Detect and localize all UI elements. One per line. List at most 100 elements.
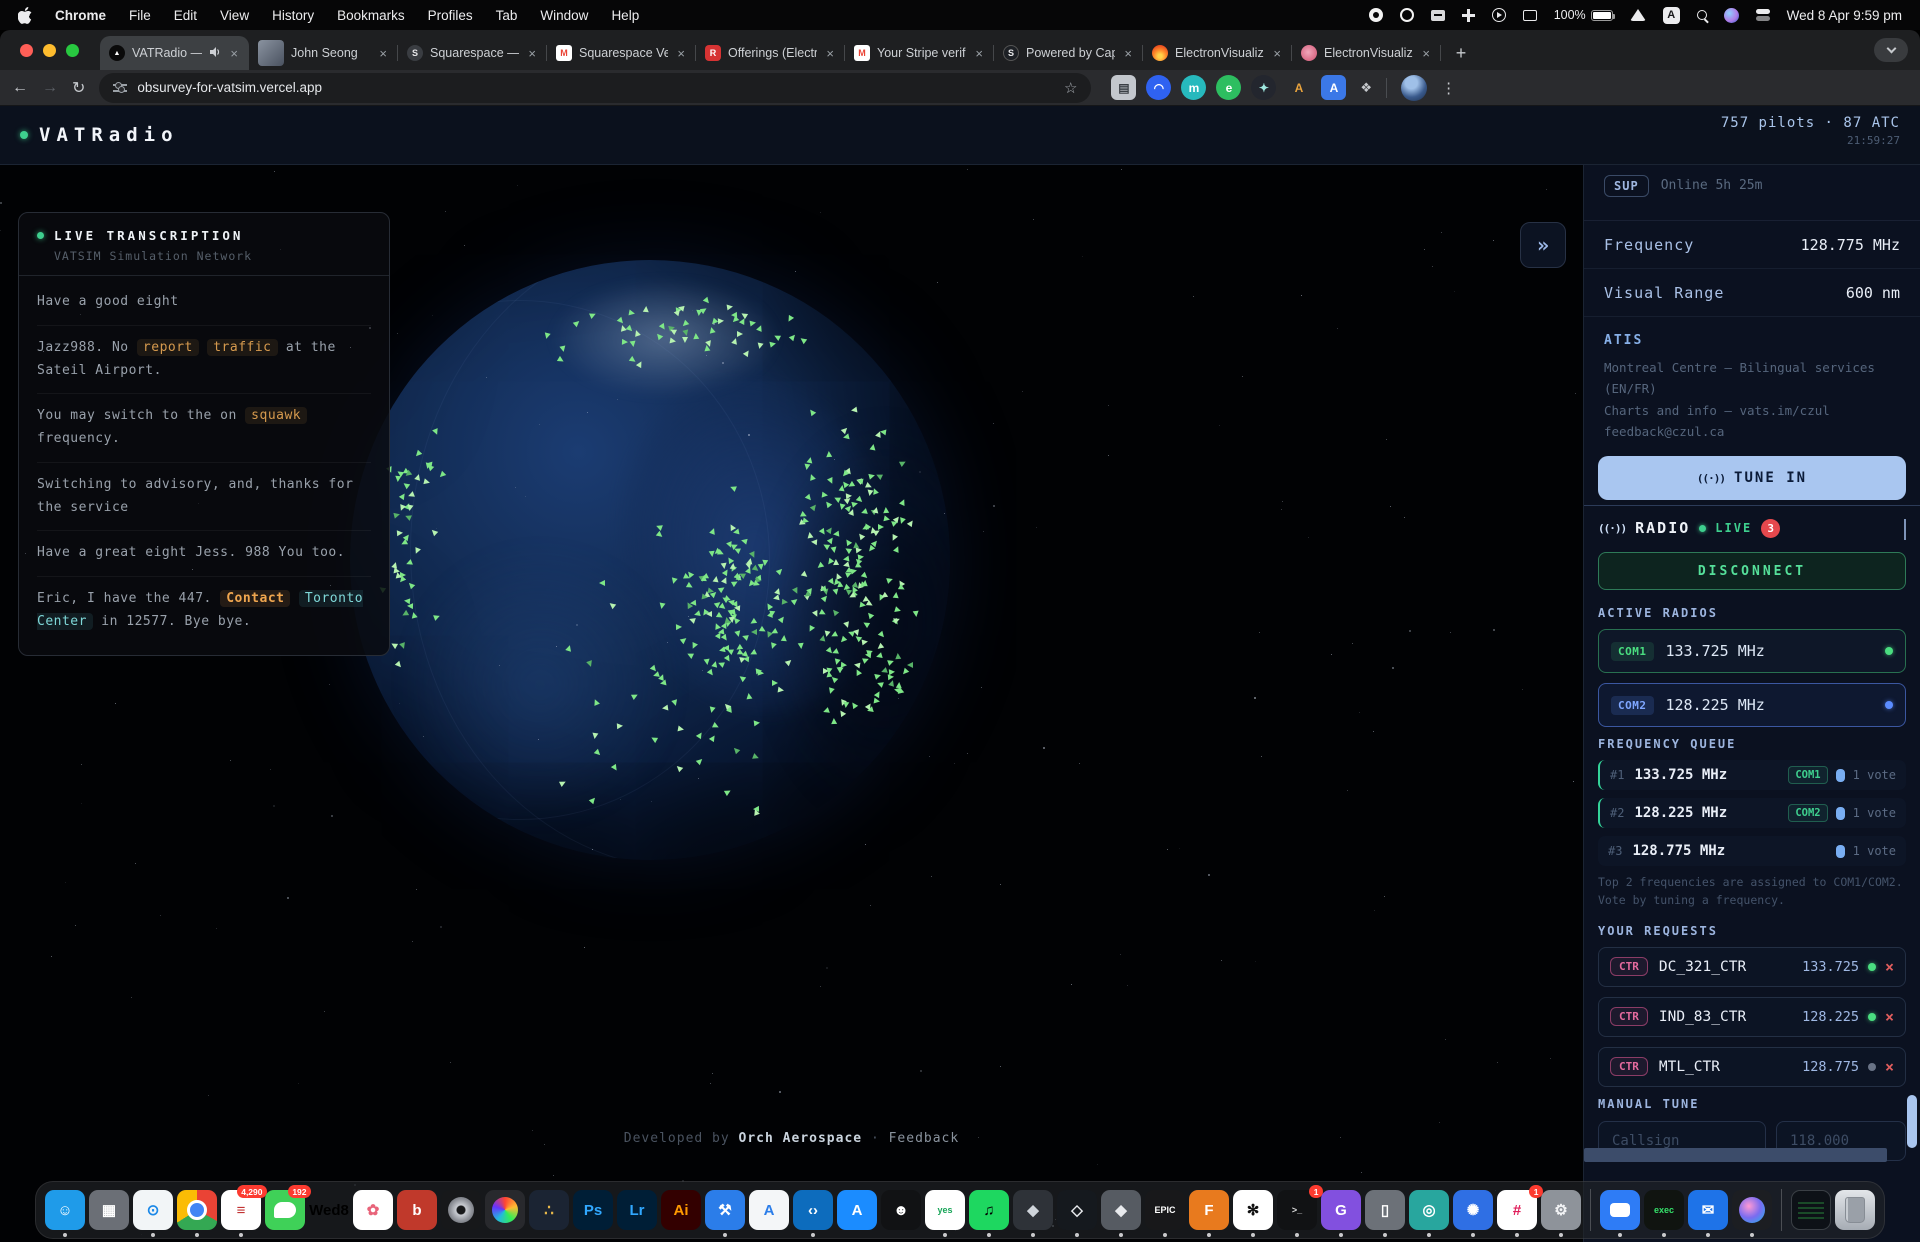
radio-panel-header[interactable]: ((·)) RADIO LIVE 3	[1598, 506, 1906, 550]
aircraft-marker[interactable]	[676, 624, 682, 630]
aircraft-marker[interactable]	[833, 559, 839, 565]
collapse-radio-panel[interactable]	[1904, 519, 1906, 538]
aircraft-marker[interactable]	[769, 340, 776, 347]
browser-tab-2[interactable]: SSquarespace — L×	[398, 36, 547, 70]
aircraft-marker[interactable]	[806, 531, 813, 538]
aircraft-marker[interactable]	[898, 517, 906, 525]
aircraft-marker[interactable]	[726, 304, 733, 311]
aircraft-marker[interactable]	[853, 542, 859, 548]
aircraft-marker[interactable]	[661, 704, 668, 711]
slack-dock-icon[interactable]: #1	[1497, 1190, 1537, 1230]
yes-ebook-dock-icon[interactable]: yes	[925, 1190, 965, 1230]
aircraft-marker[interactable]	[394, 567, 401, 574]
exec-app-dock-icon[interactable]: exec	[1644, 1190, 1684, 1230]
calendar-dock-icon[interactable]: Wed8	[309, 1190, 349, 1230]
aircraft-marker[interactable]	[866, 489, 873, 496]
queue-row-2[interactable]: #2128.225 MHzCOM21 vote	[1598, 798, 1906, 828]
disconnect-button[interactable]: DISCONNECT	[1598, 552, 1906, 590]
aircraft-marker[interactable]	[424, 462, 431, 469]
phone-mirroring-dock-icon[interactable]: ▯	[1365, 1190, 1405, 1230]
tab-close-icon[interactable]: ×	[824, 46, 836, 61]
browser-tab-3[interactable]: MSquarespace Veri×	[547, 36, 696, 70]
aircraft-marker[interactable]	[689, 600, 696, 607]
earth-globe[interactable]	[350, 260, 950, 860]
facetime-dock-icon[interactable]	[1600, 1190, 1640, 1230]
wifi-icon[interactable]	[1630, 9, 1646, 21]
reminders-dock-icon[interactable]: ≡4,290	[221, 1190, 261, 1230]
aircraft-marker[interactable]	[729, 563, 736, 570]
tab-close-icon[interactable]: ×	[1122, 46, 1134, 61]
new-tab-button[interactable]: +	[1447, 39, 1475, 67]
siri-icon[interactable]	[1724, 8, 1739, 23]
aircraft-marker[interactable]	[706, 611, 712, 617]
request-row-ind_83_ctr[interactable]: CTRIND_83_CTR128.225×	[1598, 997, 1906, 1037]
tune-in-button[interactable]: ((·)) TUNE IN	[1598, 456, 1906, 500]
request-row-mtl_ctr[interactable]: CTRMTL_CTR128.775×	[1598, 1047, 1906, 1087]
terminal-dock-icon[interactable]: >_1	[1277, 1190, 1317, 1230]
aircraft-marker[interactable]	[682, 337, 688, 343]
tab-audio-icon[interactable]	[209, 46, 221, 61]
aircraft-marker[interactable]	[873, 698, 880, 705]
aircraft-marker[interactable]	[831, 546, 838, 553]
aircraft-marker[interactable]	[826, 451, 832, 457]
aircraft-marker[interactable]	[811, 539, 818, 546]
menubar-item-help[interactable]: Help	[611, 8, 639, 23]
unity-hub-dock-icon[interactable]: ◆	[1101, 1190, 1141, 1230]
finder-dock-icon[interactable]: ☺	[45, 1190, 85, 1230]
epic-games-dock-icon[interactable]: EPIC	[1145, 1190, 1185, 1230]
menubar-item-history[interactable]: History	[272, 8, 314, 23]
browser-tab-8[interactable]: ElectronVisualize×	[1292, 36, 1441, 70]
nordvpn-dock-icon[interactable]: ◎	[1409, 1190, 1449, 1230]
aircraft-marker[interactable]	[895, 652, 902, 659]
aircraft-marker[interactable]	[658, 603, 665, 610]
aircraft-marker[interactable]	[543, 332, 550, 339]
aircraft-marker[interactable]	[882, 507, 888, 513]
trash-dock-icon[interactable]	[1835, 1190, 1875, 1230]
aircraft-marker[interactable]	[591, 732, 598, 739]
menubar-item-window[interactable]: Window	[540, 8, 588, 23]
aircraft-marker[interactable]	[797, 643, 804, 650]
remove-request-button[interactable]: ×	[1885, 1058, 1894, 1076]
arc-extension-icon[interactable]: ◠	[1146, 75, 1171, 100]
remove-request-button[interactable]: ×	[1885, 958, 1894, 976]
aircraft-marker[interactable]	[843, 702, 850, 709]
tab-close-icon[interactable]: ×	[1420, 46, 1432, 61]
system-settings-dock-icon[interactable]: ⚙	[1541, 1190, 1581, 1230]
spotlight-search-icon[interactable]	[1697, 10, 1707, 20]
menubar-item-tab[interactable]: Tab	[496, 8, 518, 23]
aircraft-marker[interactable]	[896, 682, 902, 688]
zoom-window-button[interactable]	[66, 44, 79, 57]
aircraft-marker[interactable]	[869, 443, 876, 450]
browser-tab-5[interactable]: MYour Stripe verifi×	[845, 36, 994, 70]
github-dock-icon[interactable]: G	[1321, 1190, 1361, 1230]
app-store-dock-icon[interactable]: A	[837, 1190, 877, 1230]
safari-dock-icon[interactable]: ⊙	[133, 1190, 173, 1230]
photos-dock-icon[interactable]: ✿	[353, 1190, 393, 1230]
bear-dock-icon[interactable]: b	[397, 1190, 437, 1230]
site-settings-icon[interactable]	[113, 84, 127, 92]
menubar-item-profiles[interactable]: Profiles	[428, 8, 473, 23]
keyboard-extension-icon[interactable]: ▤	[1111, 75, 1136, 100]
aircraft-marker[interactable]	[731, 312, 737, 318]
aircraft-marker[interactable]	[857, 477, 864, 484]
chatgpt-dock-icon[interactable]: ✻	[1233, 1190, 1273, 1230]
aircraft-marker[interactable]	[772, 680, 778, 686]
aircraft-marker[interactable]	[717, 628, 724, 635]
aircraft-marker[interactable]	[782, 599, 789, 606]
aircraft-marker[interactable]	[751, 629, 757, 635]
vertical-scrollbar-thumb[interactable]	[1907, 1095, 1917, 1148]
aircraft-marker[interactable]	[559, 345, 566, 352]
menubar-app-name[interactable]: Chrome	[55, 8, 106, 23]
move-status-icon[interactable]	[1462, 9, 1475, 22]
play-status-icon[interactable]	[1492, 8, 1506, 22]
aircraft-marker[interactable]	[907, 662, 913, 668]
aircraft-marker[interactable]	[397, 530, 403, 536]
aircraft-marker[interactable]	[622, 339, 628, 345]
terminal-window-dock-icon[interactable]	[1791, 1190, 1831, 1230]
aircraft-marker[interactable]	[628, 309, 635, 316]
aircraft-marker[interactable]	[617, 722, 623, 728]
aircraft-marker[interactable]	[893, 592, 900, 599]
davinci-resolve-dock-icon[interactable]: ∴	[529, 1190, 569, 1230]
circle-status-icon[interactable]	[1400, 8, 1414, 22]
menubar-item-edit[interactable]: Edit	[174, 8, 197, 23]
